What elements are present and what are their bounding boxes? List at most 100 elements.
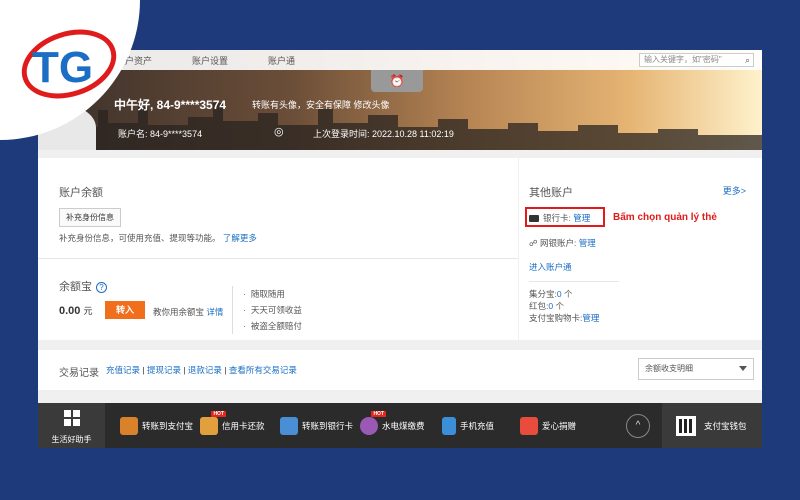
balance-title: 账户余额 [59,187,103,199]
tool-credit-card-repay[interactable]: HOT 信用卡还款 [200,403,265,448]
tool-label: 转账到支付宝 [142,420,194,431]
yuebao-title-text: 余额宝 [59,281,92,293]
svg-text:TG: TG [32,43,93,92]
yuebao-note-text: 教你用余额宝 [153,307,205,317]
net-bank-manage-link[interactable]: 管理 [579,238,596,248]
hongbao-label: 红包: [529,301,549,311]
life-helper-button[interactable]: 生活好助手 [38,403,105,448]
phone-icon [442,416,456,435]
search-input[interactable]: 输入关键字，如"密码" ⌕ [639,53,754,67]
yuebao-features: 随取随用 天天可领收益 被盗全额赔付 [243,286,302,334]
learn-more-link[interactable]: 了解更多 [223,233,257,243]
vertical-divider [232,286,233,334]
yuebao-amount-value: 0.00 [59,305,81,317]
bank-card-icon [280,416,298,435]
hongbao-value: 0 [548,301,554,311]
header-banner: 账户资产 账户设置 账户通 输入关键字，如"密码" ⌕ ⏰ 中午好, 84-9*… [38,50,762,150]
hongbao-row: 红包:0 个 [529,300,599,312]
transactions-title: 交易记录 [59,368,99,379]
bank-card-icon [529,215,539,223]
alarm-clock-icon[interactable]: ⏰ [371,70,423,92]
other-accounts-panel: 其他账户 更多> 银行卡: 管理 Bấm chọn quản lý thẻ ☍ … [519,158,762,340]
jifenbao-label: 集分宝: [529,289,557,299]
jifenbao-unit: 个 [563,289,573,299]
feature-item: 被盗全额赔付 [243,318,302,334]
bank-card-manage-link[interactable]: 管理 [573,213,590,223]
giftcard-label: 支付宝购物卡: [529,313,583,323]
heart-icon [520,416,538,435]
life-helper-bar: 生活好助手 转账到支付宝 HOT 信用卡还款 转账到银行卡 HOT 水电煤缴费 … [38,403,762,448]
feature-item: 天天可领收益 [243,302,302,318]
id-note: 补充身份信息，可使用充值、提现等功能。 了解更多 [59,232,257,244]
nav-account-settings[interactable]: 账户设置 [192,54,228,67]
help-icon[interactable]: ? [96,281,107,293]
giftcard-manage-link[interactable]: 管理 [582,313,599,323]
alipay-window: 账户资产 账户设置 账户通 输入关键字，如"密码" ⌕ ⏰ 中午好, 84-9*… [38,50,762,448]
enter-account-pass-link[interactable]: 进入账户通 [529,261,572,273]
jifenbao-value: 0 [556,289,562,299]
account-name-line: 账户名: 84-9****3574 [118,127,202,140]
complete-id-button[interactable]: 补充身份信息 [59,208,121,227]
qr-code-icon [676,415,696,436]
grid-icon [64,410,80,426]
giftcard-row: 支付宝购物卡:管理 [529,312,599,324]
refund-record-link[interactable]: 退款记录 [188,365,222,375]
transactions-bar: 交易记录 充值记录 | 提现记录 | 退款记录 | 查看所有交易记录 余额收支明… [38,350,762,390]
tool-label: 爱心捐赠 [542,420,577,431]
divider [529,281,619,282]
hongbao-unit: 个 [555,301,564,311]
jifenbao-row: 集分宝:0 个 [529,288,599,300]
chevron-down-icon [739,366,747,371]
search-placeholder: 输入关键字，如"密码" [644,55,722,64]
tool-label: 信用卡还款 [222,420,265,431]
balance-panel: 账户余额 补充身份信息 补充身份信息，可使用充值、提现等功能。 了解更多 余额宝… [38,158,518,340]
bank-card-label: 银行卡: [543,213,571,223]
hot-badge: HOT [211,410,226,417]
recharge-record-link[interactable]: 充值记录 [106,365,140,375]
greeting-text: 中午好, 84-9****3574 [114,98,227,112]
tg-logo: TG [21,29,117,99]
wallet-label: 支付宝钱包 [704,420,747,431]
credit-card-icon: HOT [200,410,226,435]
tool-charity[interactable]: 爱心捐赠 [520,403,576,448]
net-bank-icon: ☍ [529,238,538,248]
feature-item: 随取随用 [243,286,302,302]
last-login-time: 上次登录时间: 2022.10.28 11:02:19 [313,129,454,139]
account-value: 84-9****3574 [150,129,203,139]
chevron-up-icon[interactable]: ^ [626,414,650,438]
details-link[interactable]: 详情 [206,307,223,317]
annotation-text: Bấm chọn quản lý thẻ [613,212,717,223]
tool-transfer-bank[interactable]: 转账到银行卡 [280,403,353,448]
search-icon[interactable]: ⌕ [745,54,750,66]
account-label: 账户名: [118,129,148,139]
account-stats: 集分宝:0 个 红包:0 个 支付宝购物卡:管理 [529,288,599,324]
yuebao-amount-unit: 元 [83,306,93,316]
yuebao-amount: 0.00 元 [59,304,93,317]
divider [38,258,518,259]
more-link[interactable]: 更多> [723,184,746,197]
tool-label: 水电煤缴费 [382,420,425,431]
tool-utility-bills[interactable]: HOT 水电煤缴费 [360,403,425,448]
withdraw-record-link[interactable]: 提现记录 [147,365,181,375]
life-helper-label: 生活好助手 [51,435,92,444]
nav-account-pass[interactable]: 账户通 [268,54,295,67]
hot-badge: HOT [371,410,386,417]
tool-label: 手机充值 [460,420,495,431]
alipay-wallet-button[interactable]: 支付宝钱包 [662,403,762,448]
avatar-tip-link[interactable]: 转账有头像，安全有保障 修改头像 [252,98,390,111]
yuebao-note: 教你用余额宝 详情 [153,306,223,318]
envelope-icon [120,416,138,435]
id-note-text: 补充身份信息，可使用充值、提现等功能。 [59,233,221,243]
utility-icon: HOT [360,410,386,435]
yuebao-title: 余额宝? [59,278,107,294]
transfer-in-button[interactable]: 转入 [105,301,145,319]
other-accounts-title: 其他账户 [529,187,573,199]
all-records-link[interactable]: 查看所有交易记录 [229,365,297,375]
net-bank-row: ☍ 网银账户: 管理 [529,237,596,249]
tool-phone-recharge[interactable]: 手机充值 [442,403,494,448]
phone-bind-icon[interactable]: ◎ [274,125,284,138]
tool-transfer-alipay[interactable]: 转账到支付宝 [120,403,193,448]
statement-select-value: 余额收支明细 [645,364,693,373]
statement-select[interactable]: 余额收支明细 [638,358,754,380]
tool-label: 转账到银行卡 [302,420,354,431]
